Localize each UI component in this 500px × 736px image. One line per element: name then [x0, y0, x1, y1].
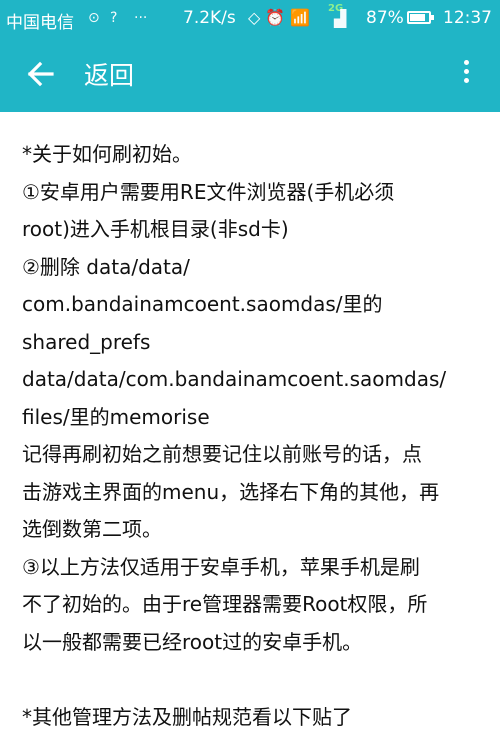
vibrate-icon: ◇	[248, 8, 260, 27]
article-line: 选倒数第二项。	[22, 511, 484, 549]
more-vert-icon[interactable]	[460, 60, 472, 90]
signal-icon: ▟	[334, 9, 346, 28]
clock-time: 12:37	[443, 8, 492, 28]
battery-icon	[407, 11, 431, 24]
arrow-left-icon[interactable]	[24, 56, 56, 92]
question-icon: ?	[110, 10, 117, 26]
article-line: *关于如何刷初始。	[22, 136, 484, 174]
article-line: *其他管理方法及删帖规范看以下贴了	[22, 699, 484, 736]
article-line: 记得再刷初始之前想要记住以前账号的话，点	[22, 436, 484, 474]
more-dots-icon: ···	[134, 10, 147, 26]
article-line: shared_prefs	[22, 324, 484, 362]
article-line: data/data/com.bandainamcoent.saomdas/	[22, 361, 484, 399]
battery-percent: 87%	[366, 8, 404, 28]
app-bar: 返回	[0, 38, 500, 112]
article-line	[22, 661, 484, 699]
article-line: 不了初始的。由于re管理器需要Root权限，所	[22, 586, 484, 624]
status-icons: ◇ ⏰ 📶	[248, 8, 310, 27]
article-line: 击游戏主界面的menu，选择右下角的其他，再	[22, 474, 484, 512]
article-line: root)进入手机根目录(非sd卡)	[22, 211, 484, 249]
article-line: ②删除 data/data/	[22, 249, 484, 287]
article-line: ①安卓用户需要用RE文件浏览器(手机必须	[22, 174, 484, 212]
status-bar: 中国电信 ⊙ ? ··· 7.2K/s ◇ ⏰ 📶 2G ▟ 87% 12:37	[0, 0, 500, 38]
article-line: files/里的memorise	[22, 399, 484, 437]
network-speed: 7.2K/s	[183, 8, 236, 28]
carrier-name: 中国电信	[6, 8, 74, 33]
article-body: *关于如何刷初始。①安卓用户需要用RE文件浏览器(手机必须root)进入手机根目…	[22, 136, 484, 736]
page-title[interactable]: 返回	[84, 56, 134, 92]
article-line: ③以上方法仅适用于安卓手机，苹果手机是刷	[22, 549, 484, 587]
wifi-icon: 📶	[290, 8, 310, 27]
sync-icon: ⊙	[88, 10, 100, 26]
article-line: com.bandainamcoent.saomdas/里的	[22, 286, 484, 324]
article-line: 以一般都需要已经root过的安卓手机。	[22, 624, 484, 662]
alarm-icon: ⏰	[265, 8, 285, 27]
